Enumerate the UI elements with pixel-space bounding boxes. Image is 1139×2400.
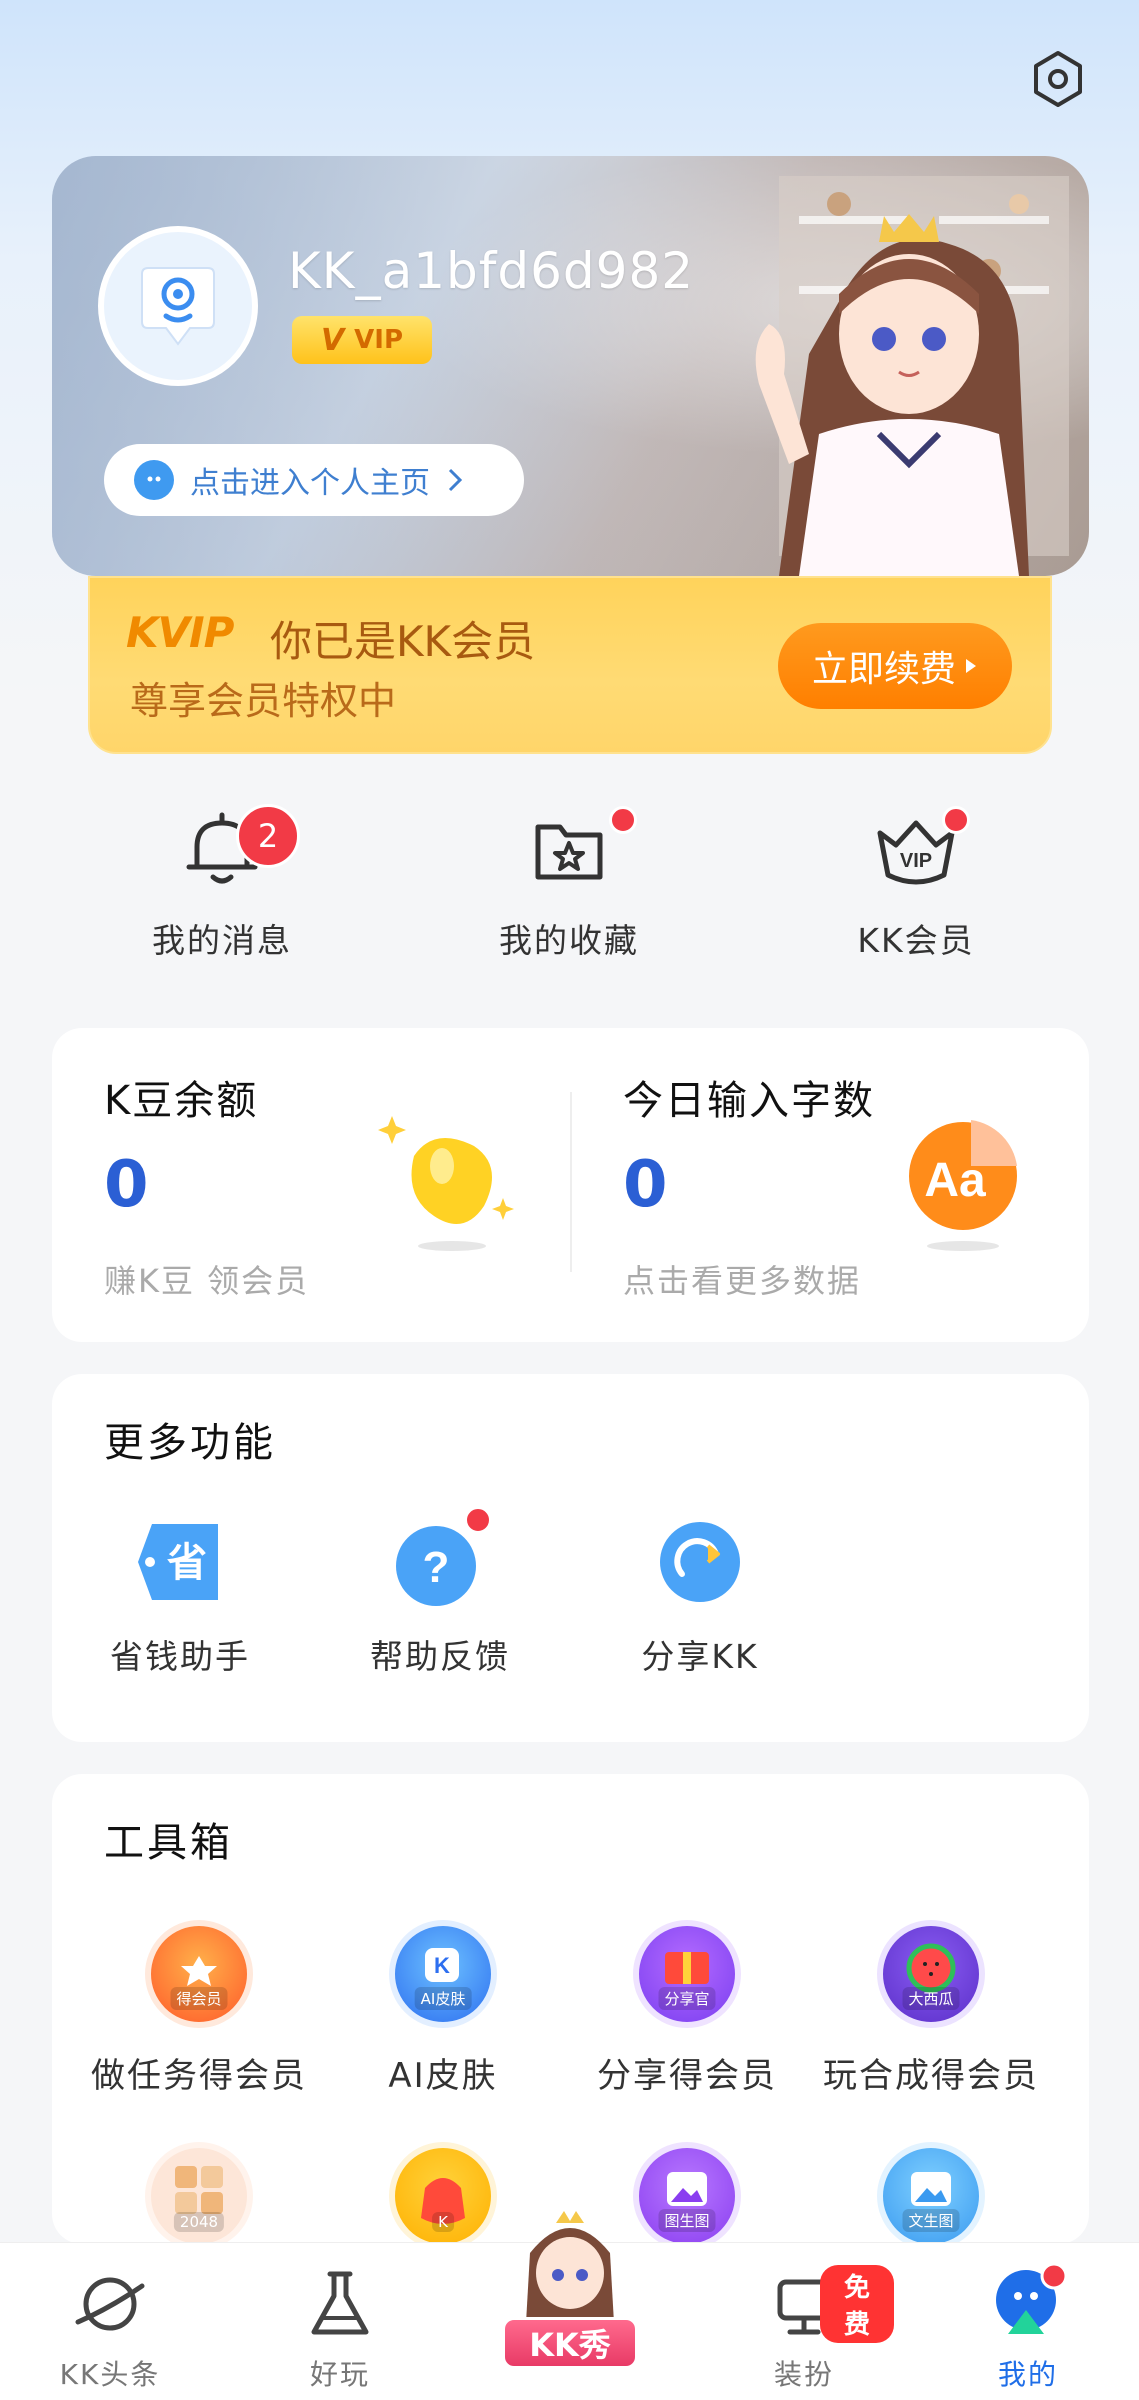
message-count-badge: 2 <box>236 804 300 868</box>
settings-button[interactable] <box>1029 50 1087 108</box>
nav-kk-show[interactable]: KK秀 <box>500 2203 640 2393</box>
merge-game-tag: 大西瓜 <box>902 1987 960 2010</box>
k-bean-value: 0 <box>104 1148 149 1222</box>
share-kk-label: 分享KK <box>641 1637 759 1676</box>
vip-subline: 尊享会员特权中 <box>130 679 397 723</box>
task-reward-label: 做任务得会员 <box>91 2056 307 2096</box>
image-to-image-tag: 图生图 <box>658 2209 716 2232</box>
nav-fun[interactable]: 好玩 <box>250 2261 430 2393</box>
kk-vip-label: KK会员 <box>857 921 975 960</box>
nav-dress-up-label: 装扮 <box>773 2358 834 2391</box>
my-favorites-button[interactable]: 我的收藏 <box>449 800 689 962</box>
text-to-image-button[interactable]: 文生图 <box>806 2142 1056 2244</box>
help-feedback-label: 帮助反馈 <box>370 1637 510 1676</box>
anime-mascot-illustration <box>755 214 1029 576</box>
stats-card: K豆余额 0 赚K豆 领会员 今日输入字数 0 点击看更多数据 Aa <box>52 1028 1089 1342</box>
mini-face-icon <box>134 460 174 500</box>
font-aa-icon: Aa <box>909 1120 1017 1251</box>
kvip-logo: KVIP <box>126 608 234 657</box>
k-bean-subtitle: 赚K豆 领会员 <box>104 1262 310 1300</box>
k-bean-balance[interactable]: K豆余额 0 赚K豆 领会员 <box>52 1028 570 1342</box>
typed-chars-value: 0 <box>623 1148 668 1222</box>
vip-headline: 你已是KK会员 <box>270 617 536 666</box>
favorites-red-dot <box>609 806 637 834</box>
task-reward-tag: 得会员 <box>170 1987 228 2010</box>
savings-assistant-label: 省钱助手 <box>110 1637 250 1676</box>
renew-button[interactable]: 立即续费 <box>778 623 1012 709</box>
settings-gear-icon <box>1034 51 1082 107</box>
svg-text:Aa: Aa <box>924 1154 986 1207</box>
ai-skin-tag: AI皮肤 <box>414 1987 472 2010</box>
vip-red-dot <box>942 806 970 834</box>
vip-membership-banner[interactable]: KVIP 你已是KK会员 尊享会员特权中 立即续费 <box>88 576 1052 754</box>
merge-game-button[interactable]: 大西瓜 玩合成得会员 <box>806 1920 1056 2097</box>
lucky-bag-tag: K <box>432 2212 454 2232</box>
k-bean-title: K豆余额 <box>104 1078 259 1124</box>
more-functions-card: 更多功能 省 省钱助手 ? 帮助反馈 分享KK <box>52 1374 1089 1742</box>
nav-dress-up[interactable]: 免费 装扮 <box>714 2261 894 2393</box>
profile-icon <box>996 2264 1068 2334</box>
ai-skin-button[interactable]: K AI皮肤 AI皮肤 <box>318 1920 568 2097</box>
ai-skin-label: AI皮肤 <box>388 2056 498 2096</box>
more-functions-title: 更多功能 <box>104 1420 276 1466</box>
user-avatar[interactable] <box>98 226 258 386</box>
svg-text:K: K <box>434 1953 450 1978</box>
nav-kk-headlines-label: KK头条 <box>59 2358 161 2391</box>
typed-chars-title: 今日输入字数 <box>623 1078 875 1124</box>
nav-kk-headlines[interactable]: KK头条 <box>20 2261 200 2393</box>
nav-kk-show-label: KK秀 <box>502 2317 638 2369</box>
nav-fun-label: 好玩 <box>309 2358 370 2391</box>
share-arrow-icon <box>660 1522 740 1602</box>
nav-mine[interactable]: 我的 <box>938 2261 1118 2393</box>
bottom-navigation: KK头条 好玩 KK秀 免费 装扮 我的 <box>0 2211 1139 2400</box>
username: KK_a1bfd6d982 <box>288 242 695 300</box>
vip-badge-text: VIP <box>354 325 404 355</box>
today-typed-chars[interactable]: 今日输入字数 0 点击看更多数据 Aa <box>571 1028 1089 1342</box>
toolbox-title: 工具箱 <box>104 1820 233 1866</box>
typed-chars-subtitle: 点击看更多数据 <box>623 1262 862 1300</box>
planet-icon <box>75 2277 145 2331</box>
savings-tag-icon: 省 <box>138 1524 218 1600</box>
vip-badge-v: V <box>320 322 345 358</box>
task-reward-button[interactable]: 得会员 做任务得会员 <box>74 1920 324 2097</box>
merge-game-label: 玩合成得会员 <box>823 2056 1039 2096</box>
nav-mine-label: 我的 <box>997 2358 1058 2391</box>
game-2048-button[interactable]: 2048 <box>74 2142 324 2244</box>
profile-hero-card[interactable]: KK_a1bfd6d982 V VIP 点击进入个人主页 <box>52 156 1089 576</box>
share-kk-button[interactable]: 分享KK <box>600 1514 800 1678</box>
chevron-right-icon <box>448 468 463 492</box>
play-triangle-icon <box>966 659 976 673</box>
help-feedback-button[interactable]: ? 帮助反馈 <box>340 1506 540 1678</box>
help-red-dot <box>464 1506 492 1534</box>
my-messages-button[interactable]: 2 我的消息 <box>102 800 342 962</box>
svg-text:?: ? <box>423 1543 450 1592</box>
kk-vip-button[interactable]: VIP KK会员 <box>796 800 1036 962</box>
avatar-logo-icon <box>141 267 215 346</box>
savings-assistant-button[interactable]: 省 省钱助手 <box>80 1514 280 1678</box>
svg-text:VIP: VIP <box>900 850 932 872</box>
my-messages-label: 我的消息 <box>152 921 292 960</box>
game-2048-tag: 2048 <box>173 2212 225 2232</box>
vip-badge: V VIP <box>292 316 432 364</box>
text-to-image-tag: 文生图 <box>902 2209 960 2232</box>
golden-bean-icon <box>378 1116 514 1251</box>
share-reward-tag: 分享官 <box>658 1987 716 2010</box>
my-favorites-label: 我的收藏 <box>499 921 639 960</box>
kk-show-character-icon <box>526 2211 614 2323</box>
folder-star-icon <box>535 824 603 880</box>
share-reward-button[interactable]: 分享官 分享得会员 <box>562 1920 812 2097</box>
svg-text:省: 省 <box>167 1540 207 1586</box>
quick-actions: 2 我的消息 我的收藏 VIP KK会员 <box>0 800 1139 970</box>
toolbox-card: 工具箱 得会员 做任务得会员 K AI皮肤 AI皮肤 分享官 分享得会员 大西瓜… <box>52 1774 1089 2244</box>
personal-home-link[interactable]: 点击进入个人主页 <box>104 444 524 516</box>
flask-icon <box>311 2271 369 2335</box>
share-reward-label: 分享得会员 <box>597 2056 777 2096</box>
renew-label: 立即续费 <box>811 649 956 690</box>
free-tag: 免费 <box>820 2265 894 2343</box>
personal-home-label: 点击进入个人主页 <box>190 466 430 501</box>
